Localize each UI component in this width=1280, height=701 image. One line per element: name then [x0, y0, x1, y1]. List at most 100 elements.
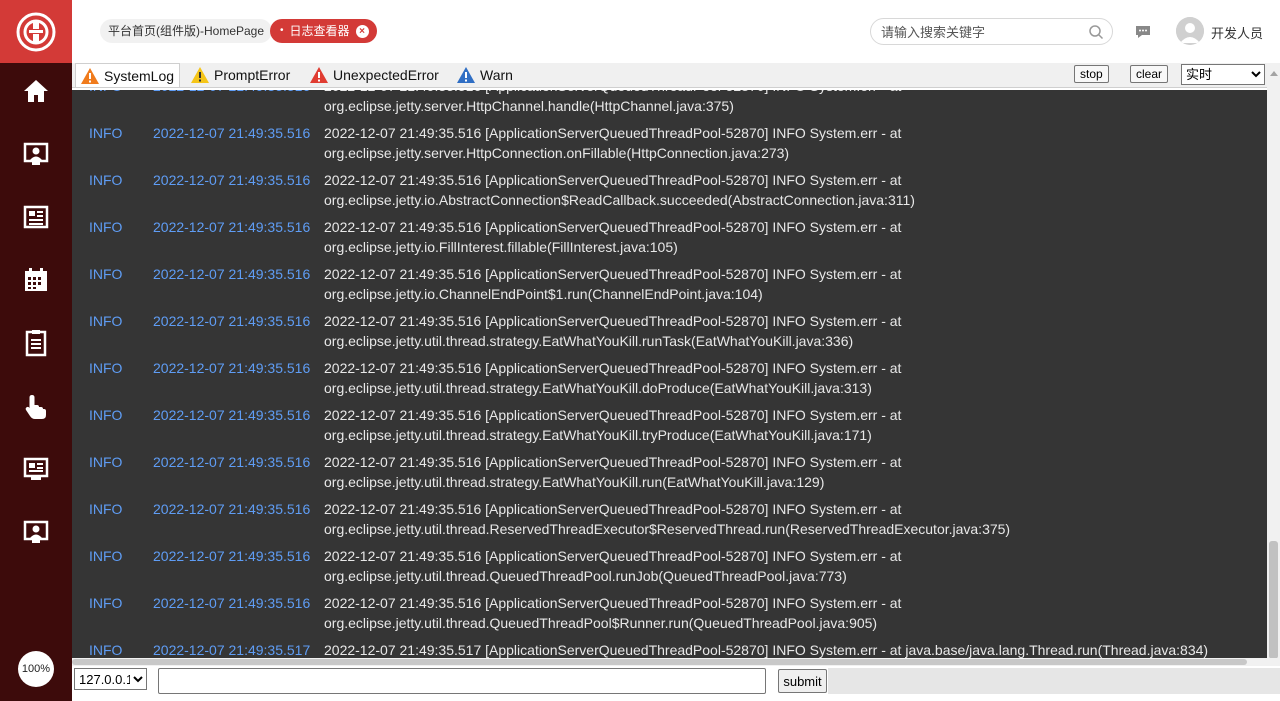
command-bar-fill: [828, 668, 1280, 694]
log-row: INFO2022-12-07 21:49:35.5162022-12-07 21…: [72, 355, 1267, 402]
log-time: 2022-12-07 21:49:35.516: [153, 595, 311, 611]
monitor-icon: [23, 457, 49, 480]
log-row: INFO 2022-12-07 21:49:35.517 2022-12-07 21…: [72, 637, 1267, 658]
log-level: INFO: [89, 454, 123, 470]
top-header: 平台首页(组件版)-HomePage • 日志查看器 × 开发人员: [72, 0, 1280, 63]
sidebar-item-monitor[interactable]: [0, 449, 72, 489]
log-message: 2022-12-07 21:49:35.516 [ApplicationServ…: [324, 266, 902, 302]
avatar[interactable]: [1176, 17, 1204, 45]
calendar-icon: [25, 268, 47, 291]
log-time: 2022-12-07 21:49:35.516: [153, 172, 311, 188]
log-list: INFO 2022-12-07 21:49:35.516 2022-12-07 21…: [72, 90, 1267, 658]
log-level: INFO: [89, 172, 123, 188]
search-box: [870, 18, 1113, 45]
log-row: INFO2022-12-07 21:49:35.5162022-12-07 21…: [72, 90, 1267, 120]
clear-button[interactable]: clear: [1130, 65, 1169, 83]
search-icon[interactable]: [1088, 24, 1104, 40]
log-time: 2022-12-07 21:49:35.516: [153, 125, 311, 141]
log-message: 2022-12-07 21:49:35.516 [ApplicationServ…: [324, 595, 902, 631]
log-time: 2022-12-07 21:49:35.516: [153, 454, 311, 470]
close-icon[interactable]: ×: [355, 24, 369, 38]
user-screen-icon: [23, 142, 49, 165]
clipboard-icon: [25, 330, 47, 357]
log-output[interactable]: INFO 2022-12-07 21:49:35.516 2022-12-07 21…: [72, 90, 1267, 658]
log-time: 2022-12-07 21:49:35.516: [153, 501, 311, 517]
log-time: 2022-12-07 21:49:35.516: [153, 266, 311, 282]
stop-button[interactable]: stop: [1074, 65, 1109, 83]
log-message: 2022-12-07 21:49:35.516 [ApplicationServ…: [324, 125, 902, 161]
command-bar: 127.0.0.1 submit: [72, 666, 1280, 701]
sidebar-item-news[interactable]: [0, 197, 72, 237]
news-icon: [23, 205, 49, 229]
mode-select[interactable]: 实时: [1181, 64, 1265, 85]
sidebar-item-clipboard[interactable]: [0, 323, 72, 363]
sidebar-item-user-screen[interactable]: [0, 134, 72, 174]
sidebar: 100%: [0, 0, 72, 701]
ip-select[interactable]: 127.0.0.1: [74, 668, 147, 690]
vertical-scrollbar[interactable]: [1267, 63, 1280, 668]
submit-button[interactable]: submit: [778, 669, 827, 693]
tab-prompterror[interactable]: PromptError: [186, 63, 295, 87]
log-message: 2022-12-07 21:49:35.517 [ApplicationServ…: [324, 642, 1209, 658]
log-row: INFO2022-12-07 21:49:35.5162022-12-07 21…: [72, 590, 1267, 637]
warning-red-icon: [310, 67, 328, 83]
search-input[interactable]: [881, 22, 1081, 42]
log-row: INFO2022-12-07 21:49:35.5162022-12-07 21…: [72, 308, 1267, 355]
user-name[interactable]: 开发人员: [1211, 23, 1263, 42]
log-level: INFO: [89, 266, 123, 282]
log-time: 2022-12-07 21:49:35.516: [153, 548, 311, 564]
log-message: 2022-12-07 21:49:35.516 [ApplicationServ…: [324, 219, 902, 255]
tab-homepage[interactable]: 平台首页(组件版)-HomePage: [100, 19, 273, 43]
log-level: INFO: [89, 125, 123, 141]
log-level: INFO: [89, 313, 123, 329]
user-avatar-icon: [1176, 17, 1204, 45]
tab-log-viewer[interactable]: • 日志查看器 ×: [270, 19, 377, 43]
log-message: 2022-12-07 21:49:35.516 [ApplicationServ…: [324, 501, 1011, 537]
user-screen-icon: [23, 520, 49, 543]
tab-warn[interactable]: Warn: [452, 63, 518, 87]
tab-systemlog-label: SystemLog: [104, 67, 175, 84]
logo[interactable]: [0, 0, 72, 63]
message-icon[interactable]: [1135, 24, 1151, 40]
log-time: 2022-12-07 21:49:35.516: [153, 360, 311, 376]
log-time: 2022-12-07 21:49:35.516: [153, 219, 311, 235]
log-time: 2022-12-07 21:49:35.516: [153, 313, 311, 329]
log-level: INFO: [89, 548, 123, 564]
logo-icon: [16, 12, 56, 51]
log-row: INFO 2022-12-07 21:49:35.516 2022-12-07 21…: [72, 167, 1267, 214]
command-input[interactable]: [158, 668, 766, 694]
tab-warn-label: Warn: [480, 67, 513, 83]
log-level: INFO: [89, 407, 123, 423]
touch-icon: [25, 395, 46, 419]
tab-unexpectederror-label: UnexpectedError: [333, 67, 439, 83]
log-row: INFO 2022-12-07 21:49:35.516 2022-12-07 21…: [72, 449, 1267, 496]
zoom-badge[interactable]: 100%: [18, 651, 54, 687]
scroll-up-icon[interactable]: [1270, 71, 1278, 76]
tab-log-viewer-label: 日志查看器: [289, 24, 350, 38]
active-dot-icon: •: [280, 25, 284, 36]
scroll-thumb[interactable]: [1269, 541, 1278, 659]
horizontal-scroll-thumb[interactable]: [72, 659, 1247, 665]
log-row: INFO2022-12-07 21:49:35.5162022-12-07 21…: [72, 543, 1267, 590]
log-level: INFO: [89, 219, 123, 235]
sidebar-item-home[interactable]: [0, 71, 72, 111]
log-message: 2022-12-07 21:49:35.516 [ApplicationServ…: [324, 172, 915, 208]
tab-unexpectederror[interactable]: UnexpectedError: [305, 63, 444, 87]
log-level: INFO: [89, 501, 123, 517]
tab-prompterror-label: PromptError: [214, 67, 291, 83]
log-message: 2022-12-07 21:49:35.516 [ApplicationServ…: [324, 407, 902, 443]
warning-orange-icon: [81, 67, 99, 84]
log-message: 2022-12-07 21:49:35.516 [ApplicationServ…: [324, 90, 901, 114]
log-row: INFO 2022-12-07 21:49:35.516 2022-12-07 21…: [72, 261, 1267, 308]
horizontal-scrollbar[interactable]: [72, 658, 1280, 666]
log-message: 2022-12-07 21:49:35.516 [ApplicationServ…: [324, 454, 902, 490]
sidebar-item-user-screen-2[interactable]: [0, 512, 72, 552]
log-row: INFO2022-12-07 21:49:35.5162022-12-07 21…: [72, 402, 1267, 449]
sidebar-item-touch[interactable]: [0, 386, 72, 426]
log-row: INFO 2022-12-07 21:49:35.516 2022-12-07 21…: [72, 214, 1267, 261]
log-level: INFO: [89, 642, 123, 658]
tab-systemlog[interactable]: SystemLog: [75, 63, 181, 87]
log-message: 2022-12-07 21:49:35.516 [ApplicationServ…: [324, 360, 902, 396]
sidebar-item-calendar[interactable]: [0, 260, 72, 300]
warning-yellow-icon: [191, 67, 209, 83]
